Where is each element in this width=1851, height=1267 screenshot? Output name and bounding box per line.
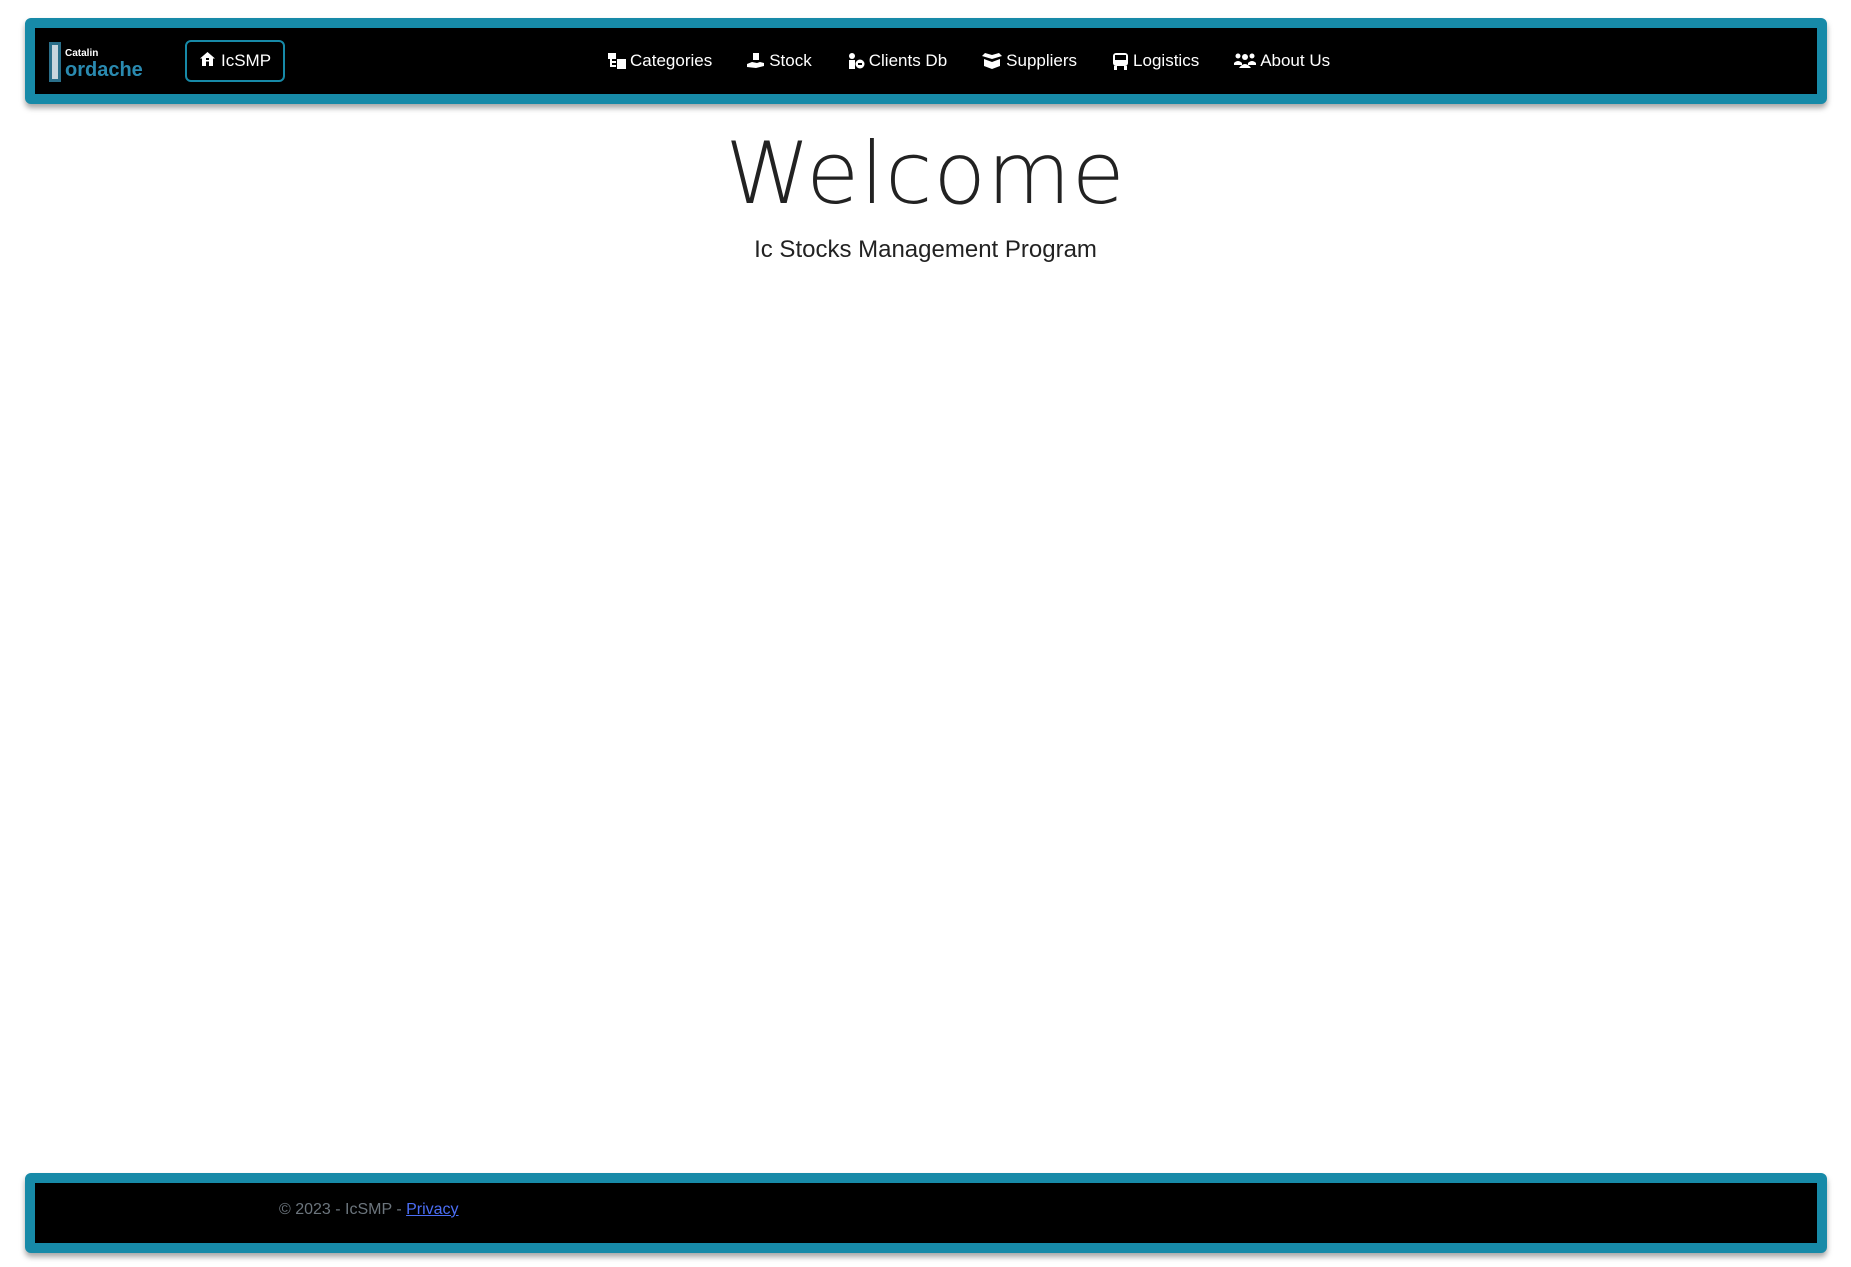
nav-clients-db[interactable]: Clients Db xyxy=(847,51,947,71)
footer-text: © 2023 - IcSMP - Privacy xyxy=(279,1201,459,1219)
truck-icon xyxy=(1112,52,1129,70)
nav-suppliers[interactable]: Suppliers xyxy=(982,51,1077,71)
nav-suppliers-label: Suppliers xyxy=(1006,51,1078,70)
user-tag-icon xyxy=(847,53,865,69)
footer: © 2023 - IcSMP - Privacy xyxy=(25,1173,1827,1253)
privacy-link[interactable]: Privacy xyxy=(406,1201,458,1218)
home-icon xyxy=(199,51,216,72)
home-brand-button[interactable]: IcSMP xyxy=(185,40,285,82)
box-open-icon xyxy=(982,53,1003,69)
nav-about-us[interactable]: About Us xyxy=(1234,51,1330,71)
sitemap-icon xyxy=(608,53,626,69)
nav-logistics[interactable]: Logistics xyxy=(1112,51,1199,71)
nav-logistics-label: Logistics xyxy=(1133,51,1200,70)
logo-text-top: Catalin xyxy=(65,48,98,59)
nav-about-us-label: About Us xyxy=(1260,51,1331,70)
brand-label: IcSMP xyxy=(220,51,272,70)
top-navbar: Catalin ordache IcSMP Categories Stock C… xyxy=(25,18,1827,104)
nav-stock-label: Stock xyxy=(769,51,812,70)
main-nav: Categories Stock Clients Db Suppliers Lo… xyxy=(608,28,1365,94)
hero-section: Welcome Ic Stocks Management Program xyxy=(0,120,1851,264)
nav-categories-label: Categories xyxy=(630,51,713,70)
logo-text-bottom: ordache xyxy=(65,59,143,81)
nav-clients-db-label: Clients Db xyxy=(868,51,948,70)
hand-holding-box-icon xyxy=(747,53,765,69)
page-subtitle: Ic Stocks Management Program xyxy=(754,236,1097,263)
nav-categories[interactable]: Categories xyxy=(608,51,712,71)
brand-logo[interactable]: Catalin ordache xyxy=(49,40,173,84)
users-icon xyxy=(1234,53,1257,69)
nav-stock[interactable]: Stock xyxy=(747,51,812,71)
copyright-text: © 2023 - IcSMP - xyxy=(279,1201,407,1218)
page-title: Welcome xyxy=(725,124,1126,224)
